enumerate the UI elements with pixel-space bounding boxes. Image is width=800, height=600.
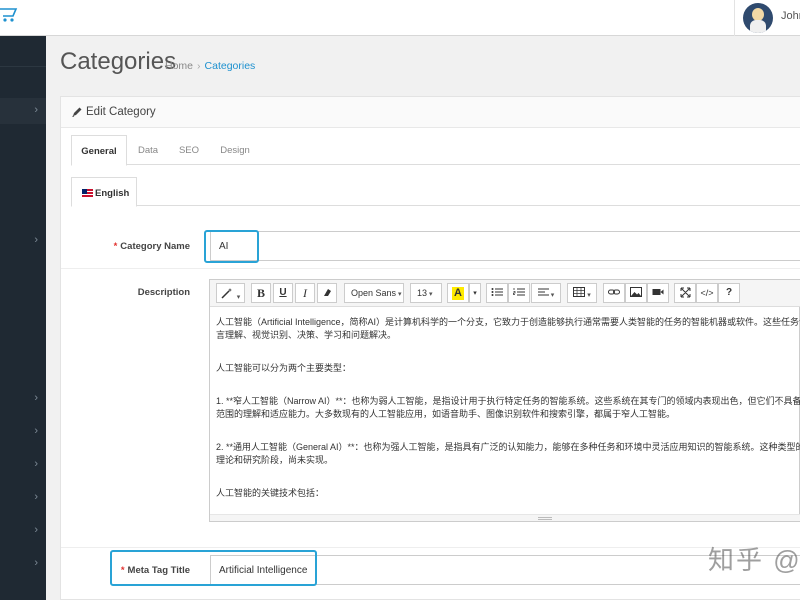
tab-general[interactable]: General (71, 135, 127, 166)
description-label: Description (137, 287, 190, 298)
editor-paragraph: 人工智能可以分为两个主要类型： (216, 363, 352, 373)
italic-button[interactable]: I (295, 283, 315, 303)
sidebar-item-system[interactable]: › (0, 485, 46, 511)
help-button[interactable]: ? (718, 283, 740, 303)
ordered-list-button[interactable] (508, 283, 530, 303)
editor-paragraph: 人工智能（Artificial Intelligence，简称AI）是计算机科学… (216, 317, 800, 327)
user-menu[interactable]: John (734, 0, 800, 36)
category-name-label: * Category Name (113, 241, 190, 252)
fullscreen-button[interactable] (674, 283, 696, 303)
user-name[interactable]: John (781, 10, 800, 22)
chevron-right-icon: › (34, 392, 38, 404)
page-title: Categories (60, 48, 177, 75)
chevron-right-icon: › (34, 458, 38, 470)
paragraph-align-dropdown[interactable]: ▾ (531, 283, 561, 303)
underline-button[interactable]: U (273, 283, 293, 303)
tab-seo[interactable]: SEO (175, 135, 203, 165)
magic-wand-icon (221, 288, 232, 299)
image-icon (630, 287, 642, 297)
editor-paragraph: 言理解、视觉识别、决策、学习和问题解决。 (216, 330, 397, 340)
chevron-right-icon: › (34, 234, 38, 246)
numbered-list-icon (513, 288, 525, 296)
bold-button[interactable]: B (251, 283, 271, 303)
pencil-icon (72, 107, 82, 117)
font-family-dropdown[interactable]: Open Sans ▾ (344, 283, 404, 303)
color-dropdown-button[interactable]: ▾ (469, 283, 481, 303)
code-view-button[interactable]: </> (696, 283, 718, 303)
table-dropdown[interactable]: ▾ (567, 283, 597, 303)
video-button[interactable] (647, 283, 669, 303)
magic-style-button[interactable]: ▾ (216, 283, 245, 303)
category-name-input[interactable]: AI (210, 231, 800, 261)
font-size-dropdown[interactable]: 13 ▾ (410, 283, 442, 303)
table-icon (573, 287, 586, 297)
uk-flag-icon (82, 189, 93, 197)
sidebar-item-sales[interactable]: › (0, 386, 46, 412)
top-header: John (0, 0, 800, 36)
editor-paragraph: 人工智能的关键技术包括： (216, 488, 325, 498)
highlight-color-button[interactable]: A (447, 283, 469, 303)
text-color-icon: A (452, 287, 464, 300)
link-icon (608, 289, 620, 295)
panel-title: Edit Category (86, 106, 156, 118)
breadcrumb-separator: › (197, 60, 201, 72)
unordered-list-button[interactable] (486, 283, 508, 303)
link-button[interactable] (603, 283, 625, 303)
breadcrumb-home[interactable]: Home (165, 60, 193, 72)
sidebar-item-customers[interactable]: › (0, 419, 46, 445)
editor-paragraph: 2. **通用人工智能（General AI）**：也称为强人工智能，是指具有广… (216, 442, 800, 452)
tab-bar: General Data SEO Design (71, 135, 800, 166)
clear-format-button[interactable] (317, 283, 337, 303)
chevron-right-icon: › (34, 557, 38, 569)
tab-english[interactable]: English (71, 177, 137, 207)
editor-toolbar: ▾ B U I Open Sans ▾ 13 ▾ A ▾ ▾ ▾ </> ? (210, 280, 800, 307)
sidebar: › › › › › › › › (0, 36, 46, 600)
breadcrumb-categories[interactable]: Categories (205, 60, 256, 72)
panel-heading: Edit Category (61, 97, 800, 128)
tab-design[interactable]: Design (215, 135, 255, 165)
chevron-right-icon: › (34, 104, 38, 116)
cart-logo-icon[interactable] (0, 6, 22, 24)
breadcrumb: Home › Categories (165, 60, 255, 72)
required-asterisk: * (113, 241, 118, 252)
category-name-highlight (204, 230, 259, 263)
align-left-icon (537, 288, 549, 296)
meta-tag-title-highlight (110, 550, 317, 586)
sidebar-item-catalog[interactable]: › (0, 98, 46, 124)
watermark: 知乎 @ (708, 545, 800, 575)
editor-paragraph: 1. **窄人工智能（Narrow AI）**：也称为弱人工智能，是指设计用于执… (216, 396, 800, 406)
video-icon (652, 289, 664, 295)
eraser-icon (324, 289, 331, 296)
chevron-right-icon: › (34, 425, 38, 437)
tab-english-label: English (95, 188, 130, 199)
avatar[interactable] (743, 3, 773, 33)
sidebar-item-extensions[interactable]: › (0, 228, 46, 254)
chevron-right-icon: › (34, 524, 38, 536)
description-editor[interactable]: ▾ B U I Open Sans ▾ 13 ▾ A ▾ ▾ ▾ </> ? 人… (209, 279, 800, 522)
editor-paragraph: 理论和研究阶段，尚未实现。 (216, 455, 334, 465)
fullscreen-icon (680, 287, 690, 298)
editor-resize-handle[interactable] (210, 514, 800, 521)
resize-grip-icon (538, 517, 552, 520)
tab-data[interactable]: Data (133, 135, 163, 165)
editor-content[interactable]: 人工智能（Artificial Intelligence，简称AI）是计算机科学… (210, 307, 800, 515)
image-button[interactable] (625, 283, 647, 303)
chevron-right-icon: › (34, 491, 38, 503)
language-tab-bar: English (71, 177, 800, 207)
sidebar-item-reports[interactable]: › (0, 518, 46, 544)
sidebar-item-more[interactable]: › (0, 551, 46, 577)
editor-paragraph: 范围的理解和适应能力。大多数现有的人工智能应用，如语音助手、图像识别软件和搜索引… (216, 409, 676, 419)
sidebar-item-marketing[interactable]: › (0, 452, 46, 478)
bullet-list-icon (491, 288, 503, 296)
